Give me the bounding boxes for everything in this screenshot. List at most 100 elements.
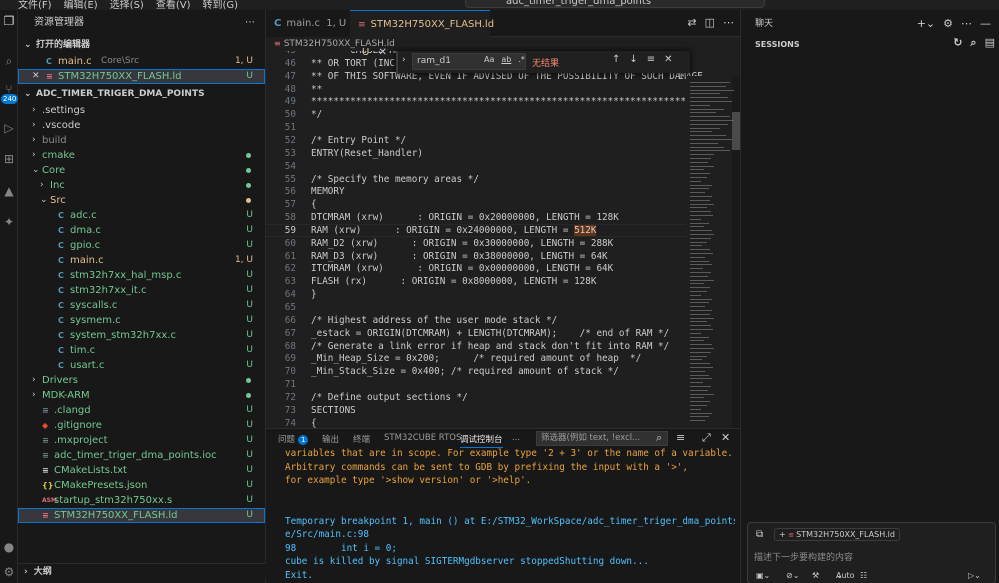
gear-icon[interactable]: ⚙ (943, 10, 953, 38)
menu-item[interactable]: 选择(S) (110, 0, 144, 10)
tree-file[interactable]: Cgpio.c U (18, 238, 265, 253)
menu-item[interactable]: 文件(F) (18, 0, 52, 10)
refresh-icon[interactable]: ↻ (953, 36, 962, 50)
breadcrumb[interactable]: ≡ STM32H750XX_FLASH.ld (266, 37, 740, 51)
tree-folder[interactable]: › Drivers (18, 373, 265, 388)
cmake-icon[interactable]: ▲ (2, 184, 16, 198)
match-case-toggle[interactable]: Aa (484, 55, 494, 64)
code-line[interactable]: _estack = ORIGIN(DTCMRAM) + LENGTH(DTCMR… (311, 328, 669, 339)
maximize-panel-icon[interactable]: ⤢ (702, 431, 711, 445)
stm32-icon[interactable]: ✦ (2, 215, 16, 229)
code-line[interactable]: /* Generate a link error if heap and sta… (311, 341, 669, 352)
command-center-search[interactable]: adc_timer_triger_dma_points (465, 0, 765, 8)
code-line[interactable]: ** OR TORT (INCL (311, 58, 401, 69)
tree-file[interactable]: Csysmem.c U (18, 313, 265, 328)
tab-stm32cube-rtos[interactable]: STM32CUBE RTOS (384, 433, 461, 443)
arrow-up-icon[interactable]: ↑ (612, 54, 620, 65)
tree-folder[interactable]: › .vscode (18, 118, 265, 133)
search-icon[interactable]: ⌕ (656, 431, 662, 445)
compare-icon[interactable]: ⇄ (687, 16, 696, 29)
tree-file[interactable]: Cdma.c U (18, 223, 265, 238)
tree-file[interactable]: ≡ .mxproject U (18, 433, 265, 448)
attach-icon[interactable]: ⧉ (756, 529, 763, 540)
files-icon[interactable]: ❐ (2, 14, 16, 28)
code-line[interactable]: _Min_Heap_Size = 0x200; /* required amou… (311, 353, 641, 364)
tree-folder[interactable]: › Inc (18, 178, 265, 193)
tab-more[interactable]: ... (512, 433, 520, 443)
tab-problems[interactable]: 问题 1 (278, 433, 309, 445)
console-filter-input[interactable]: 筛选器(例如 text, !excl... (536, 431, 668, 446)
settings-icon[interactable]: ⚙ (2, 565, 16, 579)
code-line[interactable]: _Min_Stack_Size = 0x400; /* required amo… (311, 366, 619, 377)
code-line[interactable]: { (311, 199, 317, 210)
minimize-icon[interactable]: — (980, 10, 991, 38)
tools-config-icon[interactable]: ⚒ (812, 571, 819, 580)
code-line[interactable]: RAM (xrw) : ORIGIN = 0x24000000, LENGTH … (311, 224, 597, 236)
code-line[interactable]: } (311, 289, 317, 300)
tree-file[interactable]: {} CMakePresets.json U (18, 478, 265, 493)
find-in-selection-icon[interactable]: ≡ (647, 54, 655, 65)
tree-file[interactable]: Cstm32h7xx_hal_msp.c U (18, 268, 265, 283)
tree-file[interactable]: ASM startup_stm32h750xx.s U (18, 493, 265, 508)
project-section[interactable]: ⌄ ADC_TIMER_TRIGER_DMA_POINTS (18, 85, 265, 103)
sessions-header[interactable]: SESSIONS ↻ ⌕ ▤ (741, 36, 999, 52)
tab-debug-console[interactable]: 调试控制台 (460, 433, 503, 448)
code-line[interactable]: ITCMRAM (xrw) : ORIGIN = 0x00000000, LEN… (311, 263, 613, 274)
tree-file[interactable]: Csystem_stm32h7xx.c U (18, 328, 265, 343)
tree-file[interactable]: Ctim.c U (18, 343, 265, 358)
code-line[interactable]: RAM_D2 (xrw) : ORIGIN = 0x30000000, LENG… (311, 238, 613, 249)
tree-file[interactable]: ≡ CMakeLists.txt U (18, 463, 265, 478)
tree-file[interactable]: Csyscalls.c U (18, 298, 265, 313)
tree-folder[interactable]: › .settings (18, 103, 265, 118)
tree-folder[interactable]: › MDK-ARM (18, 388, 265, 403)
code-line[interactable]: RAM_D3 (xrw) : ORIGIN = 0x38000000, LENG… (311, 251, 608, 262)
close-icon[interactable]: ✕ (721, 431, 730, 444)
code-line[interactable]: /* Highest address of the user mode stac… (311, 315, 557, 326)
debug-console-output[interactable]: variables that are in scope. For example… (285, 447, 735, 582)
minimap[interactable] (686, 76, 734, 428)
regex-toggle[interactable]: .* (518, 55, 525, 64)
open-editor-item[interactable]: ✕ ≡ STM32H750XX_FLASH.ld U (18, 69, 265, 84)
open-editor-item[interactable]: Cmain.c Core\Src 1, U (18, 54, 265, 69)
code-line[interactable]: */ (311, 109, 322, 120)
context-file-chip[interactable]: + ≡ STM32H750XX_FLASH.ld (774, 528, 900, 541)
chat-input-placeholder[interactable]: 描述下一步要构建的内容 (754, 550, 853, 563)
send-icon[interactable]: ▷⌄ (968, 571, 981, 580)
menu-item[interactable]: 编辑(E) (64, 0, 98, 10)
code-line[interactable]: FLASH (rx) : ORIGIN = 0x8000000, LENGTH … (311, 276, 596, 287)
tree-file[interactable]: ◆ .gitignore U (18, 418, 265, 433)
arrow-down-icon[interactable]: ↓ (629, 54, 637, 65)
tree-folder[interactable]: › build (18, 133, 265, 148)
search-icon[interactable]: ⌕ (970, 36, 976, 50)
tree-folder[interactable]: ⌄ Src (18, 193, 265, 208)
chat-input-box[interactable]: ⧉ + ≡ STM32H750XX_FLASH.ld 描述下一步要构建的内容 ▣⌄… (747, 522, 996, 583)
tree-file[interactable]: Cusart.c U (18, 358, 265, 373)
run-debug-icon[interactable]: ▷ (2, 121, 16, 135)
chevron-right-icon[interactable]: › (402, 55, 406, 65)
menu-item[interactable]: 转到(G) (203, 0, 239, 10)
model-picker[interactable]: Auto ⌄ (836, 571, 855, 580)
code-line[interactable]: MEMORY (311, 186, 345, 197)
search-icon[interactable]: ⌕ (2, 54, 16, 68)
tree-file[interactable]: ≡ .clangd U (18, 403, 265, 418)
chat-mode-icon[interactable]: ▣⌄ (756, 571, 770, 580)
close-icon[interactable]: ✕ (664, 54, 672, 65)
scrollbar-thumb[interactable] (732, 112, 740, 150)
tree-folder[interactable]: ⌄ Core (18, 163, 265, 178)
code-line[interactable]: ****************************************… (311, 96, 740, 107)
account-icon[interactable]: ● (2, 540, 16, 554)
code-line[interactable]: /* Entry Point */ (311, 135, 406, 146)
tree-file[interactable]: ≡ STM32H750XX_FLASH.ld U (18, 508, 265, 523)
tab-terminal[interactable]: 终端 (353, 433, 370, 445)
new-chat-icon[interactable]: +⌄ (917, 10, 935, 38)
open-editors-section[interactable]: ⌄ 打开的编辑器 (18, 36, 265, 54)
tree-file[interactable]: Cadc.c U (18, 208, 265, 223)
tab-main-c[interactable]: Cmain.c 1, U (266, 10, 350, 37)
clear-console-icon[interactable]: ≡ (676, 431, 685, 444)
whole-word-toggle[interactable]: ab (501, 55, 511, 64)
code-line[interactable]: /* Specify the memory areas */ (311, 174, 479, 185)
code-line[interactable]: /* Define output sections */ (311, 392, 468, 403)
tree-file[interactable]: ≡ adc_timer_triger_dma_points.ioc U (18, 448, 265, 463)
code-editor[interactable]: 45 CAUSED AND O46** OR TORT (INCL47** OF… (266, 51, 740, 428)
tab-flash-ld[interactable]: ≡ STM32H750XX_FLASH.ld U ✕ (350, 10, 494, 58)
